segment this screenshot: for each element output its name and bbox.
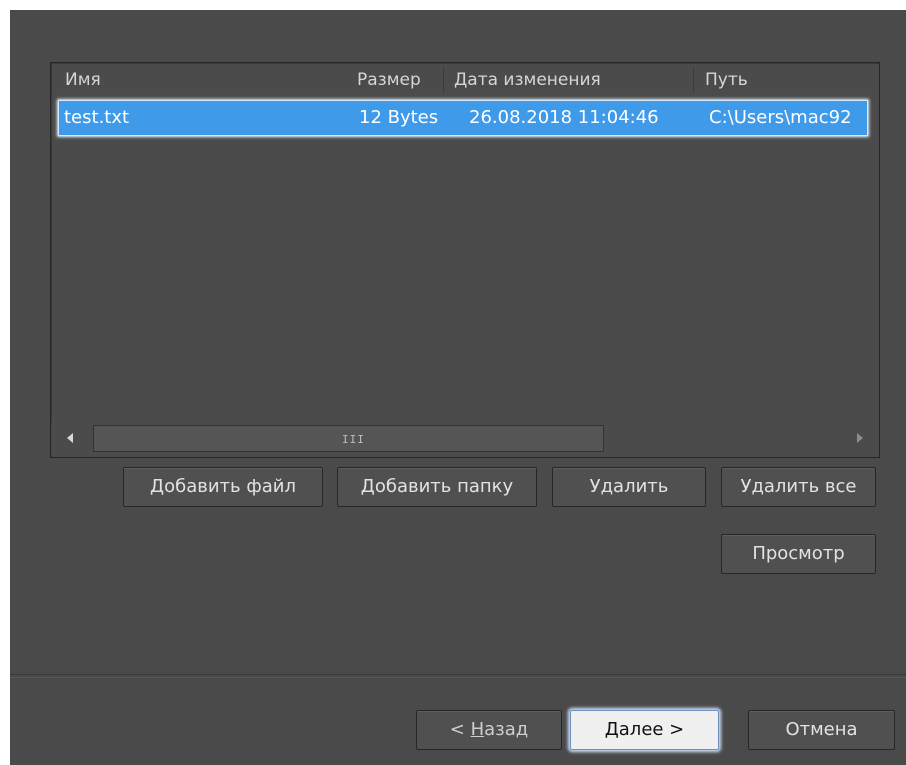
preview-button[interactable]: Просмотр <box>721 534 876 574</box>
add-folder-button[interactable]: Добавить папку <box>337 467 537 507</box>
scrollbar-thumb[interactable]: III <box>93 425 604 452</box>
back-button-mnemonic: Н <box>470 719 485 740</box>
scroll-right-arrow-icon[interactable] <box>857 433 863 443</box>
column-separator[interactable] <box>443 67 444 93</box>
file-list[interactable]: Имя Размер Дата изменения Путь test.txt … <box>50 62 880 458</box>
column-separator[interactable] <box>693 67 694 93</box>
column-header-modified[interactable]: Дата изменения <box>454 63 601 97</box>
column-header-name[interactable]: Имя <box>65 63 101 97</box>
file-modified-cell: 26.08.2018 11:04:46 <box>469 107 659 128</box>
back-button-label: азад <box>484 719 529 740</box>
next-button[interactable]: Далее > <box>570 710 719 750</box>
scroll-left-arrow-icon[interactable] <box>67 433 73 443</box>
file-size-cell: 12 Bytes <box>359 107 439 128</box>
horizontal-scrollbar[interactable]: III <box>51 423 879 455</box>
add-file-button[interactable]: Добавить файл <box>123 467 323 507</box>
scrollbar-grip: III <box>342 433 365 446</box>
back-button[interactable]: < Назад <box>416 710 562 750</box>
delete-button[interactable]: Удалить <box>552 467 706 507</box>
cancel-button[interactable]: Отмена <box>748 710 895 750</box>
column-header-path[interactable]: Путь <box>705 63 748 97</box>
wizard-window: Имя Размер Дата изменения Путь test.txt … <box>10 10 906 765</box>
file-row[interactable]: test.txt 12 Bytes 26.08.2018 11:04:46 C:… <box>59 101 867 135</box>
delete-all-button[interactable]: Удалить все <box>721 467 876 507</box>
divider <box>10 674 906 678</box>
file-name-cell: test.txt <box>64 107 130 128</box>
back-button-prefix: < <box>449 719 471 740</box>
file-list-header: Имя Размер Дата изменения Путь <box>51 63 879 97</box>
file-path-cell: C:\Users\mac92 <box>709 107 852 128</box>
column-header-size[interactable]: Размер <box>357 63 421 97</box>
